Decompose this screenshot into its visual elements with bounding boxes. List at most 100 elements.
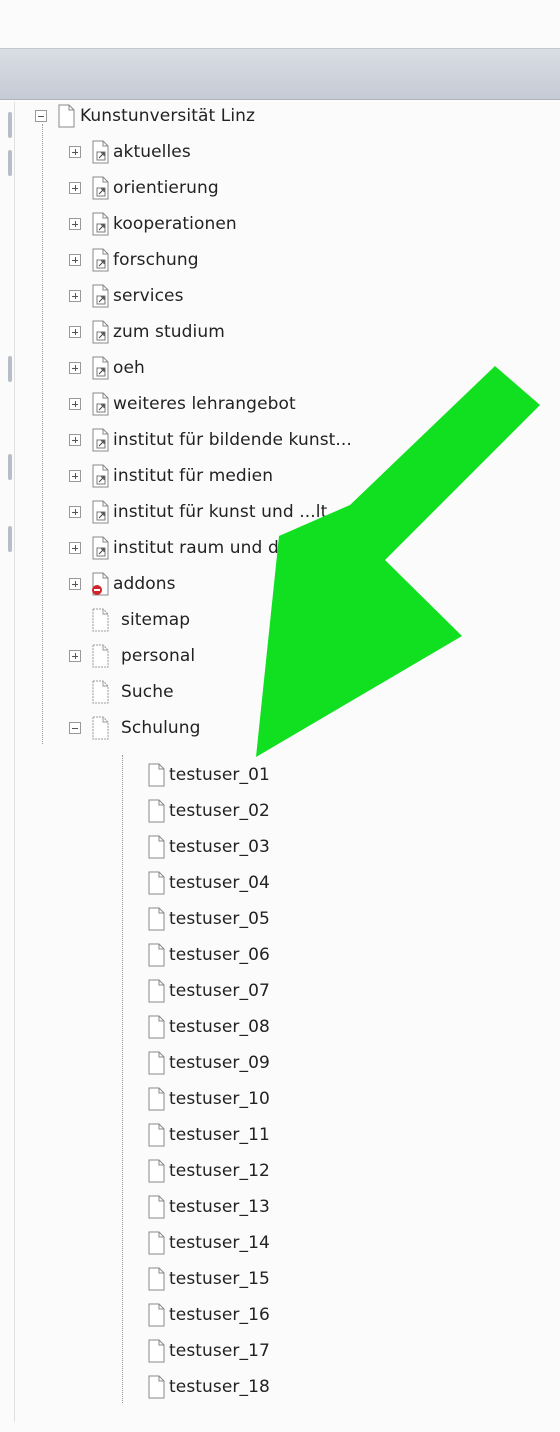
expand-icon[interactable] bbox=[69, 578, 81, 590]
tree-node-label[interactable]: orientierung bbox=[113, 178, 219, 198]
page-icon bbox=[146, 1015, 166, 1039]
tree-child-label[interactable]: testuser_18 bbox=[169, 1377, 270, 1397]
expand-icon[interactable] bbox=[69, 326, 81, 338]
tree-node-label[interactable]: institut raum und d... bbox=[113, 538, 295, 558]
tree-child-testuser-08[interactable]: testuser_08 bbox=[146, 1011, 270, 1043]
tree-child-testuser-14[interactable]: testuser_14 bbox=[146, 1227, 270, 1259]
tree-child-testuser-11[interactable]: testuser_11 bbox=[146, 1119, 270, 1151]
tree-node-institut-medien[interactable]: institut für medien bbox=[69, 460, 273, 492]
tree-child-label[interactable]: testuser_08 bbox=[169, 1017, 270, 1037]
collapse-icon[interactable] bbox=[35, 110, 47, 122]
expand-icon[interactable] bbox=[69, 218, 81, 230]
tree-node-services[interactable]: services bbox=[69, 280, 184, 312]
tree-node-label[interactable]: institut für kunst und ...lt... bbox=[113, 502, 344, 522]
tree-node-institut-bildende-kunst[interactable]: institut für bildende kunst... bbox=[69, 424, 352, 456]
tree-node-institut-raum[interactable]: institut raum und d... bbox=[69, 532, 295, 564]
tree-node-label[interactable]: Schulung bbox=[121, 718, 201, 738]
expand-icon[interactable] bbox=[69, 470, 81, 482]
tree-node-label[interactable]: kooperationen bbox=[113, 214, 237, 234]
tree-child-testuser-02[interactable]: testuser_02 bbox=[146, 795, 270, 827]
page-icon bbox=[146, 907, 166, 931]
tree-node-orientierung[interactable]: orientierung bbox=[69, 172, 219, 204]
expand-icon[interactable] bbox=[69, 434, 81, 446]
tree-node-label[interactable]: forschung bbox=[113, 250, 199, 270]
tree-node-label[interactable]: institut für bildende kunst... bbox=[113, 430, 352, 450]
tree-child-testuser-04[interactable]: testuser_04 bbox=[146, 867, 270, 899]
tree-child-label[interactable]: testuser_12 bbox=[169, 1161, 270, 1181]
page-icon bbox=[146, 1375, 166, 1399]
expand-icon[interactable] bbox=[69, 146, 81, 158]
tree-node-label[interactable]: institut für medien bbox=[113, 466, 273, 486]
tree-node-sitemap[interactable]: sitemap bbox=[90, 604, 190, 636]
tree-node-aktuelles[interactable]: aktuelles bbox=[69, 136, 191, 168]
shortcut-page-icon bbox=[90, 392, 110, 416]
tree-node-forschung[interactable]: forschung bbox=[69, 244, 199, 276]
tree-child-testuser-18[interactable]: testuser_18 bbox=[146, 1371, 270, 1403]
tree-child-testuser-07[interactable]: testuser_07 bbox=[146, 975, 270, 1007]
tree-node-weiteres-lehrangebot[interactable]: weiteres lehrangebot bbox=[69, 388, 296, 420]
tree-node-label[interactable]: sitemap bbox=[121, 610, 190, 630]
page-icon bbox=[56, 104, 77, 129]
shortcut-page-icon bbox=[90, 284, 110, 308]
expand-icon[interactable] bbox=[69, 506, 81, 518]
tree-node-suche[interactable]: Suche bbox=[90, 676, 174, 708]
hidden-page-icon bbox=[90, 680, 110, 704]
tree-node-zum-studium[interactable]: zum studium bbox=[69, 316, 225, 348]
expand-icon[interactable] bbox=[69, 650, 81, 662]
tree-child-testuser-13[interactable]: testuser_13 bbox=[146, 1191, 270, 1223]
page-icon bbox=[146, 1051, 166, 1075]
tree-root-node[interactable]: Kunstunversität Linz bbox=[35, 100, 255, 132]
tree-child-label[interactable]: testuser_14 bbox=[169, 1233, 270, 1253]
tree-child-label[interactable]: testuser_17 bbox=[169, 1341, 270, 1361]
hidden-page-icon bbox=[90, 608, 110, 632]
tree-node-label[interactable]: Suche bbox=[121, 682, 174, 702]
tree-node-label[interactable]: services bbox=[113, 286, 184, 306]
expand-icon[interactable] bbox=[69, 362, 81, 374]
page-icon bbox=[146, 835, 166, 859]
tree-node-schulung[interactable]: Schulung bbox=[69, 712, 201, 744]
tree-child-testuser-06[interactable]: testuser_06 bbox=[146, 939, 270, 971]
tree-node-label[interactable]: zum studium bbox=[113, 322, 225, 342]
tree-child-label[interactable]: testuser_11 bbox=[169, 1125, 270, 1145]
tree-node-label[interactable]: aktuelles bbox=[113, 142, 191, 162]
tree-child-label[interactable]: testuser_16 bbox=[169, 1305, 270, 1325]
tree-node-kooperationen[interactable]: kooperationen bbox=[69, 208, 237, 240]
tree-child-label[interactable]: testuser_13 bbox=[169, 1197, 270, 1217]
hidden-page-icon bbox=[90, 644, 110, 668]
tree-child-label[interactable]: testuser_10 bbox=[169, 1089, 270, 1109]
tree-child-label[interactable]: testuser_15 bbox=[169, 1269, 270, 1289]
page-icon bbox=[146, 979, 166, 1003]
tree-child-testuser-16[interactable]: testuser_16 bbox=[146, 1299, 270, 1331]
tree-child-label[interactable]: testuser_09 bbox=[169, 1053, 270, 1073]
expand-icon[interactable] bbox=[69, 542, 81, 554]
tree-child-testuser-12[interactable]: testuser_12 bbox=[146, 1155, 270, 1187]
collapse-icon[interactable] bbox=[69, 722, 81, 734]
tree-child-testuser-01[interactable]: testuser_01 bbox=[146, 759, 270, 791]
tree-root-label[interactable]: Kunstunversität Linz bbox=[80, 106, 255, 126]
tree-child-label[interactable]: testuser_04 bbox=[169, 873, 270, 893]
tree-node-label[interactable]: oeh bbox=[113, 358, 145, 378]
expand-icon[interactable] bbox=[69, 182, 81, 194]
tree-node-label[interactable]: weiteres lehrangebot bbox=[113, 394, 296, 414]
tree-node-personal[interactable]: personal bbox=[69, 640, 195, 672]
tree-node-addons[interactable]: addons bbox=[69, 568, 176, 600]
tree-child-label[interactable]: testuser_02 bbox=[169, 801, 270, 821]
tree-child-label[interactable]: testuser_03 bbox=[169, 837, 270, 857]
tree-child-label[interactable]: testuser_07 bbox=[169, 981, 270, 1001]
tree-node-oeh[interactable]: oeh bbox=[69, 352, 145, 384]
expand-icon[interactable] bbox=[69, 254, 81, 266]
tree-node-label[interactable]: addons bbox=[113, 574, 176, 594]
tree-child-testuser-03[interactable]: testuser_03 bbox=[146, 831, 270, 863]
tree-child-testuser-05[interactable]: testuser_05 bbox=[146, 903, 270, 935]
tree-child-label[interactable]: testuser_01 bbox=[169, 765, 270, 785]
tree-child-testuser-15[interactable]: testuser_15 bbox=[146, 1263, 270, 1295]
expand-icon[interactable] bbox=[69, 398, 81, 410]
tree-child-testuser-10[interactable]: testuser_10 bbox=[146, 1083, 270, 1115]
tree-node-label[interactable]: personal bbox=[121, 646, 195, 666]
tree-child-label[interactable]: testuser_06 bbox=[169, 945, 270, 965]
tree-node-institut-kunst[interactable]: institut für kunst und ...lt... bbox=[69, 496, 344, 528]
expand-icon[interactable] bbox=[69, 290, 81, 302]
tree-child-label[interactable]: testuser_05 bbox=[169, 909, 270, 929]
tree-child-testuser-09[interactable]: testuser_09 bbox=[146, 1047, 270, 1079]
tree-child-testuser-17[interactable]: testuser_17 bbox=[146, 1335, 270, 1367]
